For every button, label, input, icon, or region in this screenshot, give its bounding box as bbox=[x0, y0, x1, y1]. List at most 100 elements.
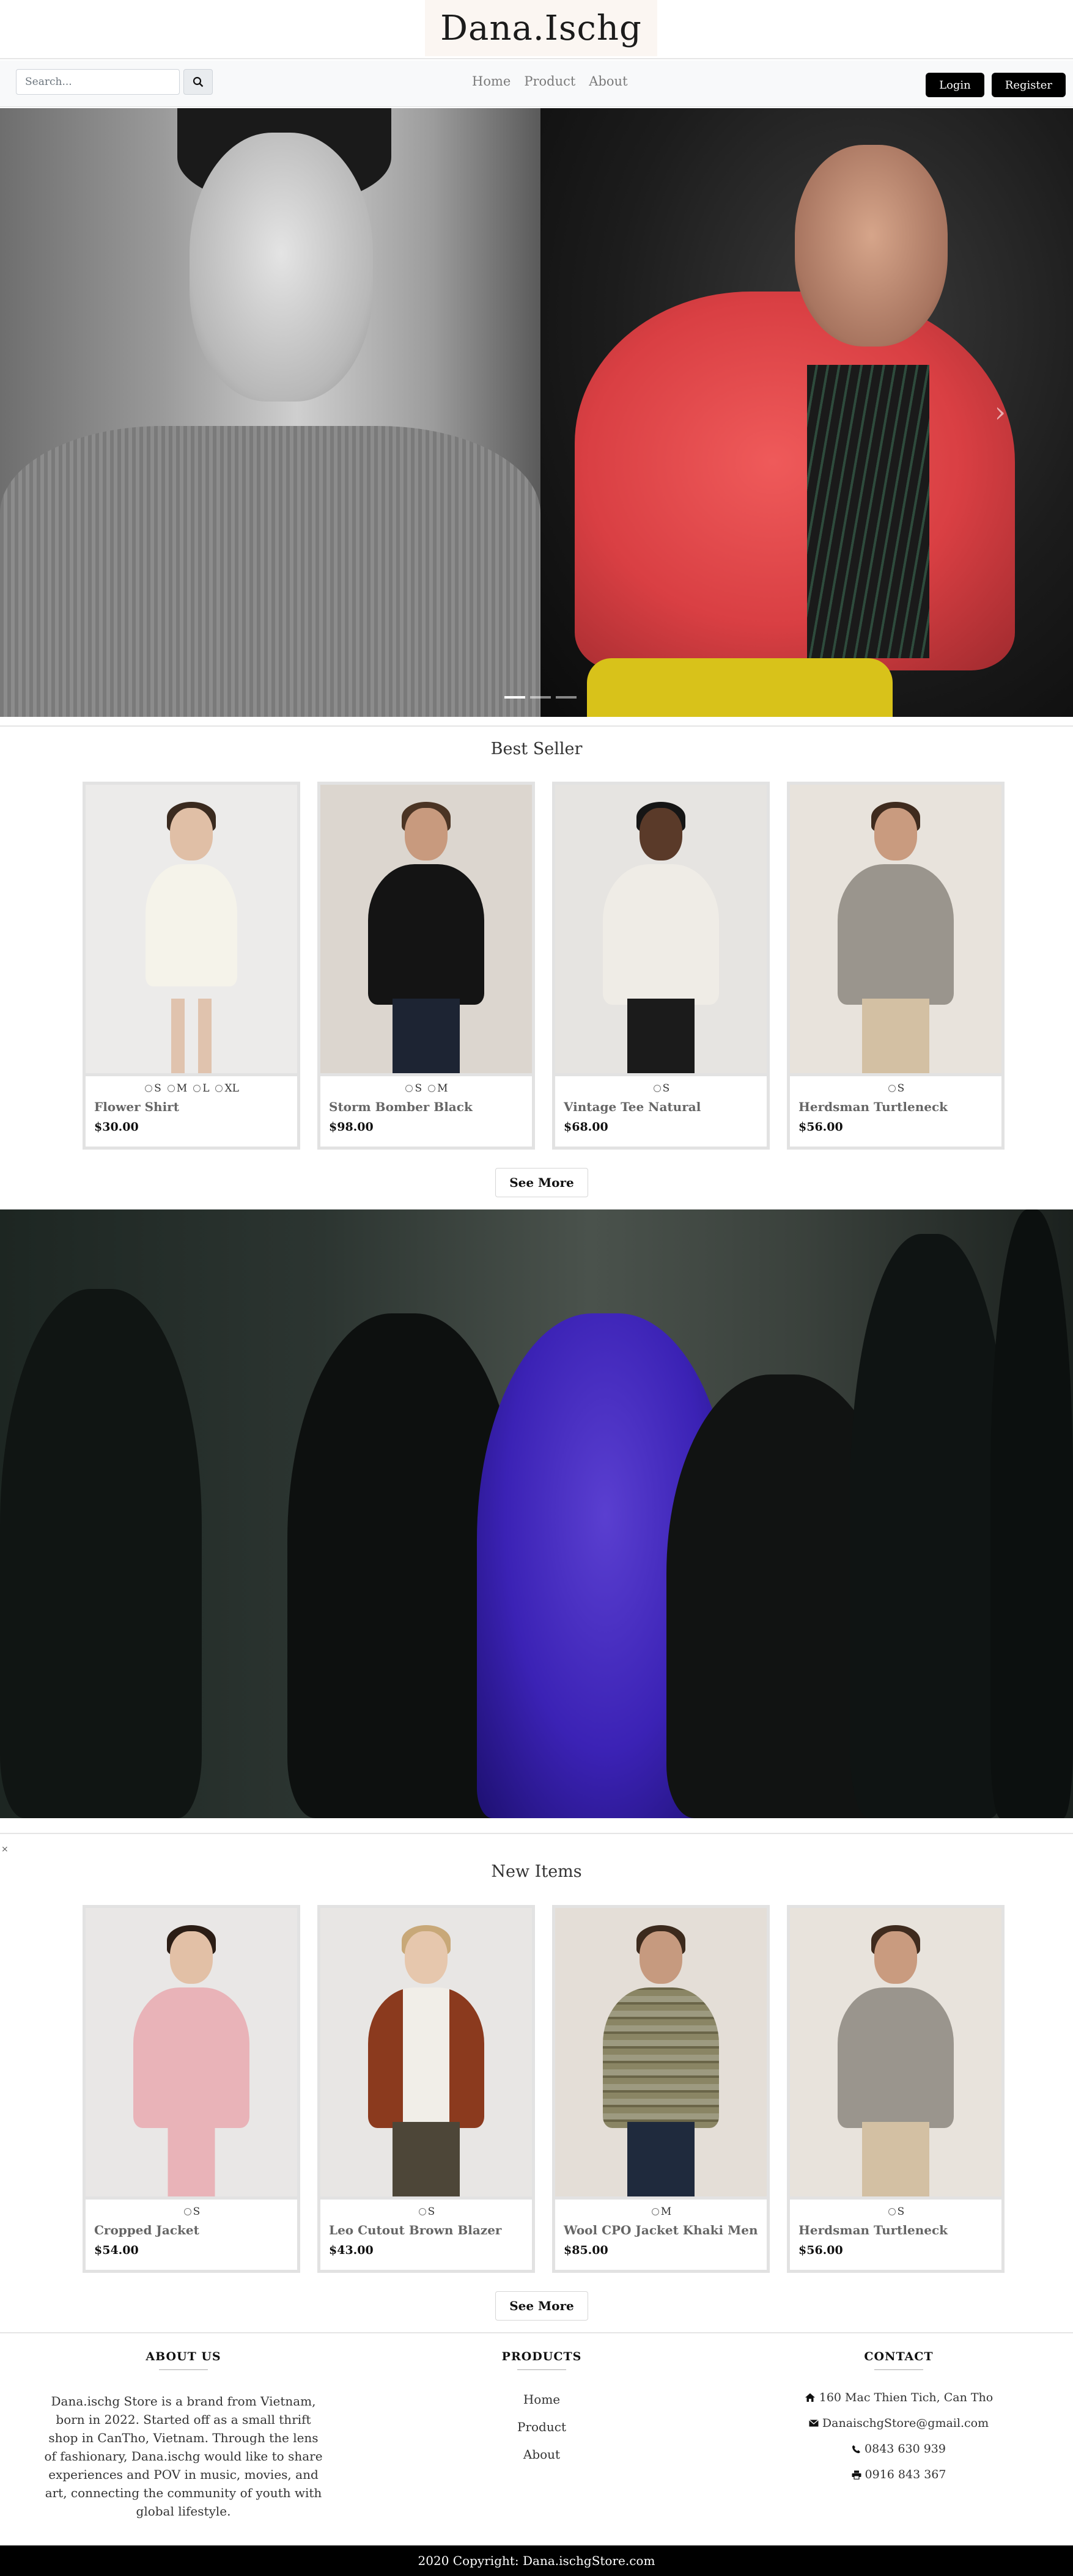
footer-products: PRODUCTS Home Product About bbox=[444, 2350, 640, 2475]
size-option[interactable]: S bbox=[183, 2206, 200, 2218]
brand-logo-text: Dana.Ischg bbox=[440, 8, 642, 48]
footer-products-title: PRODUCTS bbox=[501, 2350, 582, 2363]
contact-fax: 0916 843 367 bbox=[767, 2468, 1030, 2481]
footer-link-home[interactable]: Home bbox=[444, 2392, 640, 2407]
size-label: S bbox=[897, 2206, 905, 2218]
product-name[interactable]: Herdsman Turtleneck bbox=[798, 1099, 994, 1114]
carousel-indicator[interactable] bbox=[530, 696, 551, 699]
brand-logo[interactable]: Dana.Ischg bbox=[425, 0, 657, 56]
auth-buttons: Login Register bbox=[926, 73, 1066, 97]
radio-icon bbox=[888, 1085, 896, 1092]
contact-address: 160 Mac Thien Tich, Can Tho bbox=[767, 2391, 1030, 2404]
size-option[interactable]: S bbox=[418, 2206, 435, 2218]
product-card[interactable]: S Herdsman Turtleneck $56.00 bbox=[787, 1905, 1005, 2273]
product-name[interactable]: Vintage Tee Natural bbox=[564, 1099, 759, 1114]
size-options: S M bbox=[329, 1082, 525, 1095]
carousel-next-icon[interactable]: › bbox=[995, 395, 1006, 428]
new-items-grid: S Cropped Jacket $54.00 S Leo Cutout Bro… bbox=[83, 1905, 1005, 2273]
divider bbox=[0, 2332, 1073, 2333]
product-price: $43.00 bbox=[329, 2244, 374, 2257]
size-option[interactable]: S bbox=[145, 1082, 161, 1095]
product-card[interactable]: S M L XL Flower Shirt $30.00 bbox=[83, 782, 300, 1150]
size-option[interactable]: S bbox=[888, 1082, 904, 1095]
nav-link-product[interactable]: Product bbox=[524, 74, 575, 89]
product-name[interactable]: Storm Bomber Black bbox=[329, 1099, 525, 1114]
carousel-indicator[interactable] bbox=[504, 696, 525, 699]
close-icon[interactable]: × bbox=[1, 1844, 9, 1854]
hero-trousers bbox=[587, 658, 893, 717]
product-name[interactable]: Wool CPO Jacket Khaki Men bbox=[564, 2223, 759, 2237]
product-info: S Vintage Tee Natural $68.00 bbox=[555, 1073, 767, 1147]
product-card[interactable]: M Wool CPO Jacket Khaki Men $85.00 bbox=[552, 1905, 770, 2273]
hero-sweater bbox=[0, 426, 540, 717]
see-more-new-items-button[interactable]: See More bbox=[495, 2291, 588, 2321]
contact-email-text: DanaischgStore@gmail.com bbox=[822, 2416, 989, 2430]
contact-phone[interactable]: 0843 630 939 bbox=[767, 2442, 1030, 2456]
search-form bbox=[16, 69, 213, 95]
size-label: L bbox=[202, 1082, 210, 1095]
product-card[interactable]: S Herdsman Turtleneck $56.00 bbox=[787, 782, 1005, 1150]
navbar: Home Product About Login Register bbox=[0, 61, 1073, 107]
product-name[interactable]: Cropped Jacket bbox=[94, 2223, 290, 2237]
size-option[interactable]: S bbox=[653, 1082, 669, 1095]
footer-about-text: Dana.ischg Store is a brand from Vietnam… bbox=[44, 2394, 323, 2519]
carousel-indicator[interactable] bbox=[556, 696, 577, 699]
product-image bbox=[555, 785, 767, 1073]
register-button[interactable]: Register bbox=[991, 73, 1066, 97]
size-options: S bbox=[798, 1082, 994, 1095]
size-options: M bbox=[564, 2206, 759, 2218]
product-price: $30.00 bbox=[94, 1120, 139, 1134]
size-option[interactable]: M bbox=[167, 1082, 187, 1095]
footer-link-product[interactable]: Product bbox=[444, 2420, 640, 2434]
radio-icon bbox=[167, 1085, 175, 1092]
copyright-text: 2020 Copyright: Dana.ischgStore.com bbox=[418, 2553, 655, 2568]
home-icon bbox=[805, 2393, 815, 2402]
product-price: $54.00 bbox=[94, 2244, 139, 2257]
carousel-indicators bbox=[504, 696, 577, 699]
hero-jacket bbox=[575, 292, 1015, 670]
search-input[interactable] bbox=[16, 69, 180, 95]
product-card[interactable]: S Leo Cutout Brown Blazer $43.00 bbox=[317, 1905, 535, 2273]
product-card[interactable]: S Cropped Jacket $54.00 bbox=[83, 1905, 300, 2273]
size-option[interactable]: XL bbox=[215, 1082, 239, 1095]
size-option[interactable]: S bbox=[405, 1082, 422, 1095]
phone-icon bbox=[852, 2445, 861, 2453]
size-option[interactable]: S bbox=[888, 2206, 905, 2218]
login-button[interactable]: Login bbox=[926, 73, 984, 97]
footer-about-title: ABOUT US bbox=[146, 2350, 221, 2363]
size-option[interactable]: L bbox=[193, 1082, 209, 1095]
product-card[interactable]: S Vintage Tee Natural $68.00 bbox=[552, 782, 770, 1150]
hero-carousel[interactable]: › bbox=[0, 108, 1073, 717]
best-seller-grid: S M L XL Flower Shirt $30.00 S M Storm B… bbox=[83, 782, 1005, 1150]
size-option[interactable]: M bbox=[428, 1082, 448, 1095]
radio-icon bbox=[428, 1085, 436, 1092]
hero-face bbox=[190, 133, 373, 402]
contact-phone-text: 0843 630 939 bbox=[865, 2442, 946, 2456]
header: Dana.Ischg bbox=[0, 0, 1073, 59]
nav-link-home[interactable]: Home bbox=[472, 74, 511, 89]
search-button[interactable] bbox=[183, 69, 213, 95]
footer-title-underline bbox=[159, 2369, 208, 2370]
product-image bbox=[320, 1908, 532, 2196]
radio-icon bbox=[183, 2208, 191, 2215]
product-card[interactable]: S M Storm Bomber Black $98.00 bbox=[317, 782, 535, 1150]
size-option[interactable]: M bbox=[651, 2206, 671, 2218]
footer-contact-title: CONTACT bbox=[864, 2350, 934, 2363]
product-name[interactable]: Leo Cutout Brown Blazer bbox=[329, 2223, 525, 2237]
see-more-best-seller-button[interactable]: See More bbox=[495, 1168, 588, 1197]
product-info: S Herdsman Turtleneck $56.00 bbox=[790, 1073, 1001, 1147]
footer-title-underline bbox=[517, 2369, 566, 2370]
promo-banner-image bbox=[0, 1209, 1073, 1818]
radio-icon bbox=[418, 2208, 426, 2215]
size-options: S bbox=[94, 2206, 290, 2218]
divider bbox=[0, 725, 1073, 727]
nav-link-about[interactable]: About bbox=[589, 74, 627, 89]
size-label: S bbox=[415, 1082, 422, 1095]
footer-contact: CONTACT 160 Mac Thien Tich, Can Tho Dana… bbox=[767, 2350, 1030, 2493]
product-name[interactable]: Flower Shirt bbox=[94, 1099, 290, 1114]
size-label: S bbox=[154, 1082, 161, 1095]
contact-email[interactable]: DanaischgStore@gmail.com bbox=[767, 2416, 1030, 2430]
new-items-title: New Items bbox=[491, 1862, 582, 1881]
footer-link-about[interactable]: About bbox=[444, 2447, 640, 2462]
product-name[interactable]: Herdsman Turtleneck bbox=[798, 2223, 994, 2237]
